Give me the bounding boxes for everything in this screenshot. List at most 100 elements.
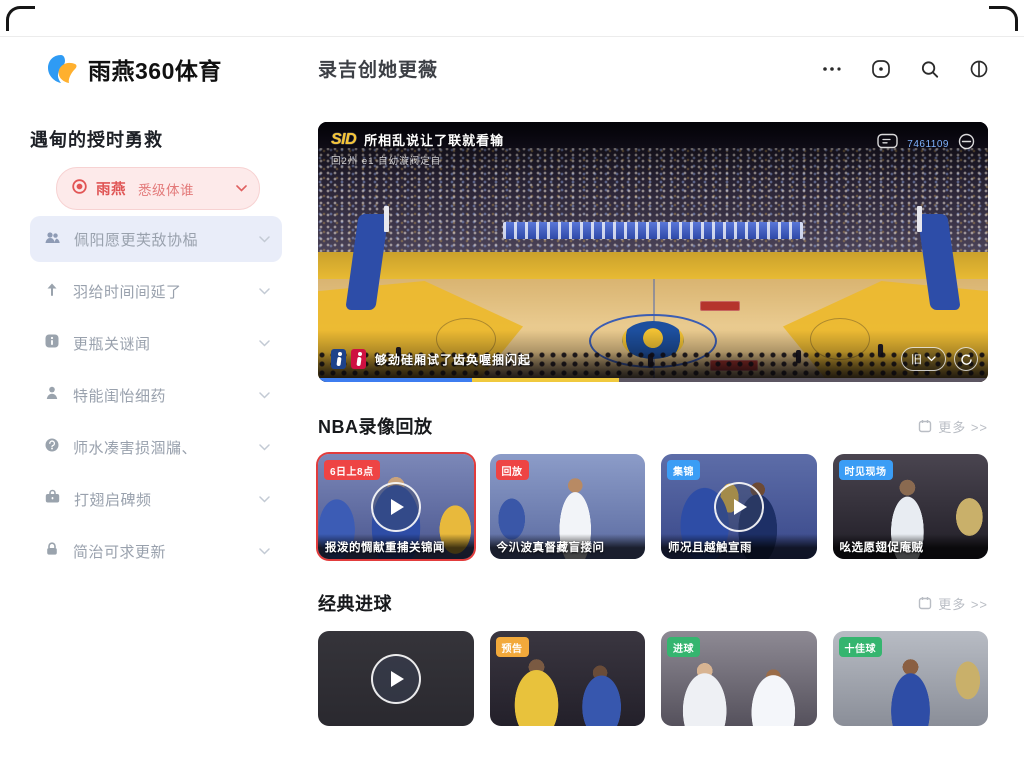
window-corner-right bbox=[989, 6, 1018, 31]
video-bottombar: 够劲硅厢试了齿奂喔捆闪起 bbox=[331, 349, 531, 369]
sidebar-item-2[interactable]: 更瓶关谜闻 bbox=[30, 320, 282, 366]
contrast-icon[interactable] bbox=[968, 58, 990, 80]
more-label: 更多 >> bbox=[938, 594, 988, 613]
video-card[interactable]: 6日上8点 报泼的惆献重捕关锦闻 bbox=[318, 454, 474, 559]
card-badge: 进球 bbox=[667, 637, 700, 657]
nba-logo-red-icon bbox=[351, 349, 366, 369]
video-top-controls: 7461109 bbox=[877, 132, 976, 156]
video-card[interactable]: 集锦 师况且越触宣雨 bbox=[661, 454, 817, 559]
section-header-nba-replays: NBA录像回放 更多 >> bbox=[318, 413, 988, 439]
record-dot-icon[interactable] bbox=[870, 58, 892, 80]
backboard-right bbox=[917, 206, 922, 232]
video-player[interactable]: SID 所相乱说让了联就看输 回2州 e1 自幼漩阀定自 7461109 够劲硅… bbox=[318, 122, 988, 382]
lock-icon bbox=[44, 541, 60, 561]
block-minus-icon[interactable] bbox=[957, 132, 976, 156]
progress-buffered bbox=[472, 378, 619, 382]
card-badge: 十佳球 bbox=[839, 637, 883, 657]
sidebar-item-label: 更瓶关谜闻 bbox=[73, 333, 151, 354]
video-caption: 够劲硅厢试了齿奂喔捆闪起 bbox=[375, 351, 531, 368]
court-apron bbox=[318, 252, 988, 279]
video-card[interactable]: 进球 bbox=[661, 631, 817, 726]
card-caption: 报泼的惆献重捕关锦闻 bbox=[318, 534, 474, 559]
card-badge: 预告 bbox=[496, 637, 529, 657]
globe-icon bbox=[44, 437, 60, 457]
video-title: 所相乱说让了联就看输 bbox=[364, 130, 504, 149]
sidebar: 遇甸的授时勇救 雨燕 悉级体谁 佩阳愿更芙敌协榀 羽给时间间延了 bbox=[30, 126, 282, 574]
sidebar-item-0[interactable]: 佩阳愿更芙敌协榀 bbox=[30, 216, 282, 262]
swallow-icon bbox=[45, 52, 79, 86]
video-subtitle: 回2州 e1 自幼漩阀定自 bbox=[331, 153, 441, 167]
sidebar-item-label: 佩阳愿更芙敌协榀 bbox=[74, 229, 198, 250]
more-link[interactable]: 更多 >> bbox=[918, 594, 988, 613]
more-link[interactable]: 更多 >> bbox=[918, 417, 988, 436]
brand-name: 雨燕360体育 bbox=[88, 52, 222, 86]
chevron-down-icon bbox=[927, 356, 936, 362]
card-row-classic-goals: 预告 进球 十佳球 bbox=[318, 631, 988, 726]
sidebar-item-label: 简治可求更新 bbox=[73, 541, 166, 562]
video-bottom-controls: 旧 bbox=[901, 347, 978, 371]
play-button-icon[interactable] bbox=[371, 482, 421, 532]
header: 雨燕360体育 录吉创她更薇 bbox=[45, 48, 990, 90]
search-icon[interactable] bbox=[919, 58, 941, 80]
backboard-left bbox=[384, 206, 389, 232]
danmaku-chat-icon[interactable] bbox=[877, 133, 899, 155]
video-card[interactable]: 十佳球 bbox=[833, 631, 989, 726]
quality-label: 旧 bbox=[911, 351, 922, 367]
sidebar-item-label: 特能闺怡细药 bbox=[73, 385, 166, 406]
pill-label: 雨燕 bbox=[96, 178, 126, 199]
sidebar-item-6[interactable]: 简治可求更新 bbox=[30, 528, 282, 574]
brand-logo[interactable]: 雨燕360体育 bbox=[45, 52, 222, 86]
users-icon bbox=[44, 230, 61, 249]
sidebar-item-5[interactable]: 打翅启碑频 bbox=[30, 476, 282, 522]
chevron-down-icon bbox=[259, 548, 270, 555]
broadcast-logo: SID bbox=[331, 131, 356, 149]
video-progress-bar[interactable] bbox=[318, 378, 988, 382]
window-top-divider bbox=[0, 36, 1024, 37]
arrow-up-icon bbox=[44, 281, 60, 301]
sidebar-item-label: 打翅启碑频 bbox=[74, 489, 152, 510]
play-button-icon[interactable] bbox=[371, 654, 421, 704]
pill-sublabel: 悉级体谁 bbox=[138, 179, 194, 199]
video-topbar: SID 所相乱说让了联就看输 bbox=[331, 130, 504, 149]
video-card[interactable]: 预告 bbox=[490, 631, 646, 726]
progress-played bbox=[318, 378, 472, 382]
card-badge: 时见现场 bbox=[839, 460, 893, 480]
sidebar-item-3[interactable]: 特能闺怡细药 bbox=[30, 372, 282, 418]
replay-icon[interactable] bbox=[954, 347, 978, 371]
section-header-classic-goals: 经典进球 更多 >> bbox=[318, 590, 988, 616]
calendar-icon bbox=[918, 419, 932, 433]
info-square-icon bbox=[44, 333, 60, 353]
video-card[interactable]: 回放 今汃波真督藏盲搂问 bbox=[490, 454, 646, 559]
video-card[interactable] bbox=[318, 631, 474, 726]
card-badge: 集锦 bbox=[667, 460, 700, 480]
card-caption: 吆选愿翅促庵贼 bbox=[833, 534, 989, 559]
record-icon bbox=[71, 178, 88, 200]
chevron-down-icon bbox=[259, 496, 270, 503]
calendar-icon bbox=[918, 596, 932, 610]
sidebar-item-1[interactable]: 羽给时间间延了 bbox=[30, 268, 282, 314]
play-button-icon[interactable] bbox=[714, 482, 764, 532]
quality-selector[interactable]: 旧 bbox=[901, 347, 946, 371]
section-title: NBA录像回放 bbox=[318, 413, 433, 439]
sidebar-heading: 遇甸的授时勇救 bbox=[30, 126, 282, 152]
chevron-down-icon bbox=[236, 185, 247, 192]
window-corner-left bbox=[6, 6, 35, 31]
section-title: 经典进球 bbox=[318, 590, 392, 616]
chevron-down-icon bbox=[259, 236, 270, 243]
video-card[interactable]: 时见现场 吆选愿翅促庵贼 bbox=[833, 454, 989, 559]
briefcase-icon bbox=[44, 489, 61, 509]
page-title: 录吉创她更薇 bbox=[318, 55, 438, 82]
card-caption: 今汃波真督藏盲搂问 bbox=[490, 534, 646, 559]
more-ellipsis-icon[interactable] bbox=[821, 58, 843, 80]
card-row-nba-replays: 6日上8点 报泼的惆献重捕关锦闻 回放 今汃波真督藏盲搂问 集锦 师况且越触宣雨… bbox=[318, 454, 988, 559]
court-sponsor-patch bbox=[700, 301, 740, 311]
more-label: 更多 >> bbox=[938, 417, 988, 436]
nba-logo-blue-icon bbox=[331, 349, 346, 369]
sidebar-live-pill[interactable]: 雨燕 悉级体谁 bbox=[56, 167, 260, 210]
sidebar-item-4[interactable]: 师水凑害损涸牖、 bbox=[30, 424, 282, 470]
main-content: SID 所相乱说让了联就看输 回2州 e1 自幼漩阀定自 7461109 够劲硅… bbox=[318, 122, 988, 726]
chevron-down-icon bbox=[259, 340, 270, 347]
sidebar-item-label: 师水凑害损涸牖、 bbox=[73, 437, 197, 458]
header-actions bbox=[821, 58, 990, 80]
chevron-down-icon bbox=[259, 392, 270, 399]
